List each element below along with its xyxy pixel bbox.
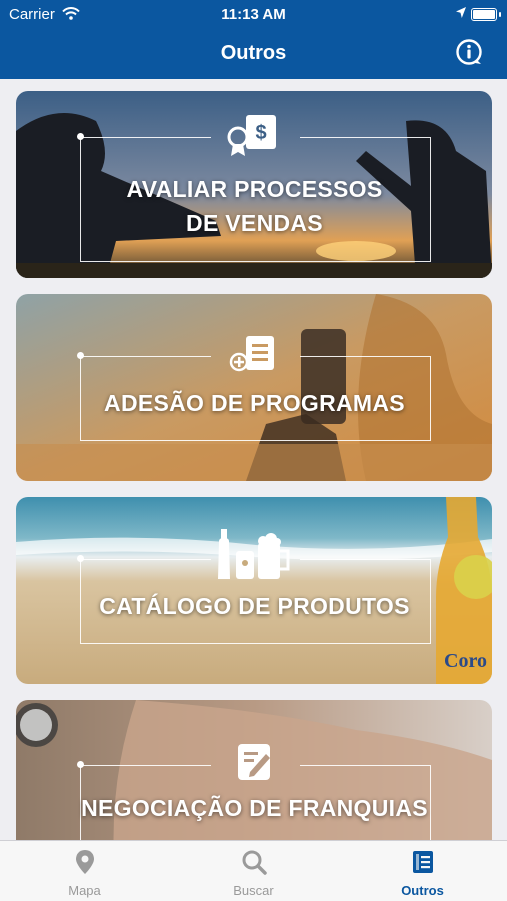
tab-buscar[interactable]: Buscar — [169, 841, 338, 901]
status-bar: Carrier 11:13 AM — [0, 0, 507, 28]
search-icon — [242, 850, 267, 875]
card-avaliar-processos[interactable]: $ AVALIAR PROCESSOS DE VENDAS — [16, 91, 492, 278]
beverages-icon — [218, 529, 290, 579]
tab-outros[interactable]: Outros — [338, 841, 507, 901]
add-document-icon — [229, 336, 274, 372]
tab-bar: Mapa Buscar Outros — [0, 840, 507, 901]
info-icon[interactable] — [455, 38, 483, 66]
card-negociacao-franquias[interactable]: NEGOCIAÇÃO DE FRANQUIAS — [16, 700, 492, 840]
tab-label: Outros — [401, 883, 444, 898]
page-title: Outros — [220, 42, 287, 64]
bottle-label-text: Coro — [444, 650, 487, 672]
battery-icon — [471, 8, 501, 21]
location-arrow-icon — [456, 7, 466, 18]
navigation-header: Carrier 11:13 AM Outros — [0, 0, 507, 79]
svg-text:$: $ — [255, 122, 266, 144]
edit-document-icon — [238, 744, 270, 780]
card-label: ADESÃO DE PROGRAMAS — [104, 390, 405, 416]
tab-label: Mapa — [68, 883, 101, 898]
card-catalogo-produtos[interactable]: Coro CATÁLOGO DE PRODUTOS — [16, 497, 492, 684]
sales-certificate-icon: $ — [227, 115, 276, 156]
list-document-icon — [413, 851, 433, 873]
card-label: AVALIAR PROCESSOS — [126, 176, 383, 202]
status-time: 11:13 AM — [221, 6, 286, 23]
card-label: CATÁLOGO DE PRODUTOS — [99, 593, 410, 619]
tab-mapa[interactable]: Mapa — [0, 841, 169, 901]
card-label: DE VENDAS — [186, 210, 323, 236]
tab-label: Buscar — [233, 883, 274, 898]
map-pin-icon — [76, 850, 94, 874]
card-label: NEGOCIAÇÃO DE FRANQUIAS — [81, 795, 428, 821]
card-adesao-programas[interactable]: ADESÃO DE PROGRAMAS — [16, 294, 492, 481]
options-list: $ AVALIAR PROCESSOS DE VENDAS ADESÃO DE … — [0, 79, 507, 840]
